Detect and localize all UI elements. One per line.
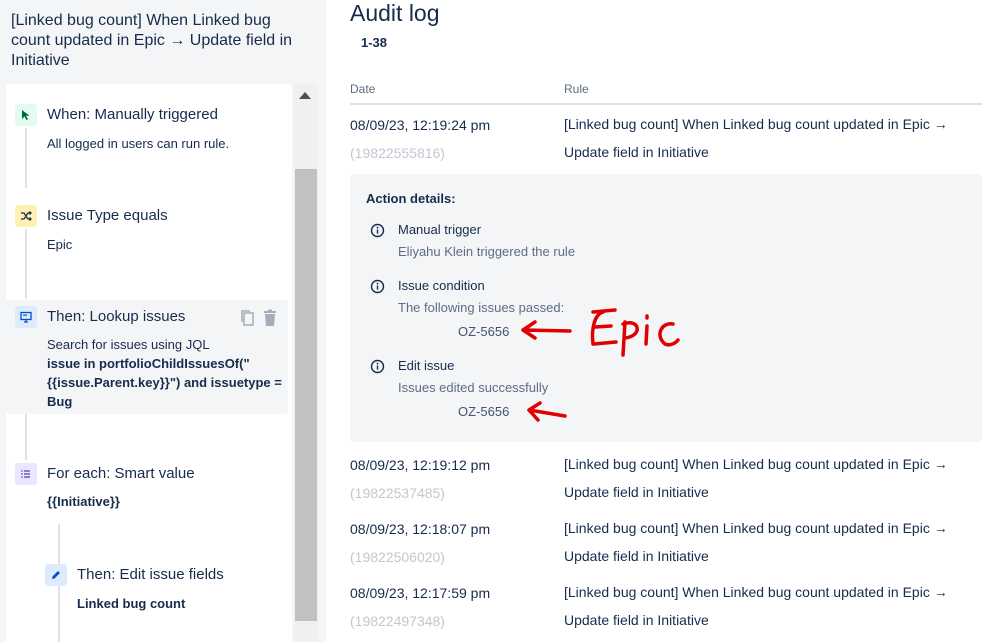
details-title: Action details: <box>366 191 456 206</box>
handwritten-annotation <box>521 308 680 422</box>
rule-line: Update field in Initiative <box>564 612 709 628</box>
cursor-click-icon <box>15 104 37 126</box>
rule-editor-panel: [Linked bug count] When Linked bug count… <box>0 0 326 642</box>
log-rule: [Linked bug count] When Linked bug count… <box>564 578 964 634</box>
rule-line: Update field in Initiative <box>564 484 709 500</box>
jql-label: Search for issues using JQL <box>47 337 210 352</box>
log-id: (19822506020) <box>350 549 445 565</box>
detail-heading: Manual trigger <box>398 222 482 237</box>
detail-text: Eliyahu Klein triggered the rule <box>398 244 576 259</box>
rule-line: [Linked bug count] When Linked bug count… <box>564 584 948 600</box>
step-edit-issue[interactable]: Then: Edit issue fields Linked bug count <box>36 564 288 624</box>
step-connector <box>25 229 27 299</box>
step-condition[interactable]: Issue Type equals Epic <box>6 205 288 265</box>
step-title: Then: Edit issue fields <box>77 566 224 583</box>
scrollbar-thumb[interactable] <box>295 169 317 621</box>
step-title: For each: Smart value <box>47 465 195 482</box>
result-range: 1-38 <box>361 35 388 50</box>
step-description: Linked bug count <box>77 596 186 611</box>
log-date: 08/09/23, 12:17:59 pm <box>350 585 491 601</box>
step-branch[interactable]: For each: Smart value {{Initiative}} <box>6 463 288 523</box>
column-header-rule: Rule <box>564 82 589 96</box>
rule-title: [Linked bug count] When Linked bug count… <box>11 12 293 69</box>
pencil-icon <box>45 564 67 586</box>
monitor-icon <box>15 306 37 328</box>
issue-key-link[interactable]: OZ-5656 <box>458 404 509 419</box>
step-description: {{Initiative}} <box>47 494 120 509</box>
log-rule: [Linked bug count] When Linked bug count… <box>564 514 964 570</box>
jql-query: issue in portfolioChildIssuesOf("{{issue… <box>47 356 282 409</box>
info-icon <box>370 279 385 294</box>
rule-steps-list: When: Manually triggered All logged in u… <box>6 84 292 642</box>
step-actions <box>240 309 278 332</box>
column-header-date: Date <box>350 82 376 96</box>
page-title: Audit log <box>350 0 440 26</box>
rule-line: [Linked bug count] When Linked bug count… <box>564 456 948 472</box>
step-connector <box>25 414 27 460</box>
log-date: 08/09/23, 12:19:24 pm <box>350 117 491 133</box>
rule-line: Update field in Initiative <box>564 548 709 564</box>
step-trigger[interactable]: When: Manually triggered All logged in u… <box>6 104 288 164</box>
step-title: When: Manually triggered <box>47 106 218 123</box>
step-description: All logged in users can run rule. <box>47 136 230 151</box>
rule-line: [Linked bug count] When Linked bug count… <box>564 520 948 536</box>
trash-icon[interactable] <box>262 309 278 332</box>
scroll-up-arrow-icon[interactable] <box>299 92 311 99</box>
info-icon <box>370 223 385 238</box>
detail-heading: Edit issue <box>398 358 455 373</box>
step-title: Then: Lookup issues <box>47 308 186 325</box>
step-description: Epic <box>47 237 73 252</box>
step-title: Issue Type equals <box>47 207 168 224</box>
log-rule: [Linked bug count] When Linked bug count… <box>564 110 964 166</box>
rule-line: [Linked bug count] When Linked bug count… <box>564 116 948 132</box>
shuffle-icon <box>15 205 37 227</box>
issue-key-link[interactable]: OZ-5656 <box>458 324 509 339</box>
log-id: (19822555816) <box>350 145 445 161</box>
info-icon <box>370 359 385 374</box>
step-connector <box>25 128 27 188</box>
step-description: Search for issues using JQL issue in por… <box>47 335 285 411</box>
log-id: (19822537485) <box>350 485 445 501</box>
copy-icon[interactable] <box>240 309 256 332</box>
log-date: 08/09/23, 12:18:07 pm <box>350 521 491 537</box>
log-rule: [Linked bug count] When Linked bug count… <box>564 450 964 506</box>
header-divider <box>350 103 982 105</box>
list-icon <box>15 463 37 485</box>
step-lookup-issues[interactable]: Then: Lookup issues Search for issues us… <box>6 300 288 414</box>
scrollbar[interactable] <box>294 84 318 642</box>
detail-heading: Issue condition <box>398 278 485 293</box>
rule-line: Update field in Initiative <box>564 144 709 160</box>
log-id: (19822497348) <box>350 613 445 629</box>
log-date: 08/09/23, 12:19:12 pm <box>350 457 491 473</box>
